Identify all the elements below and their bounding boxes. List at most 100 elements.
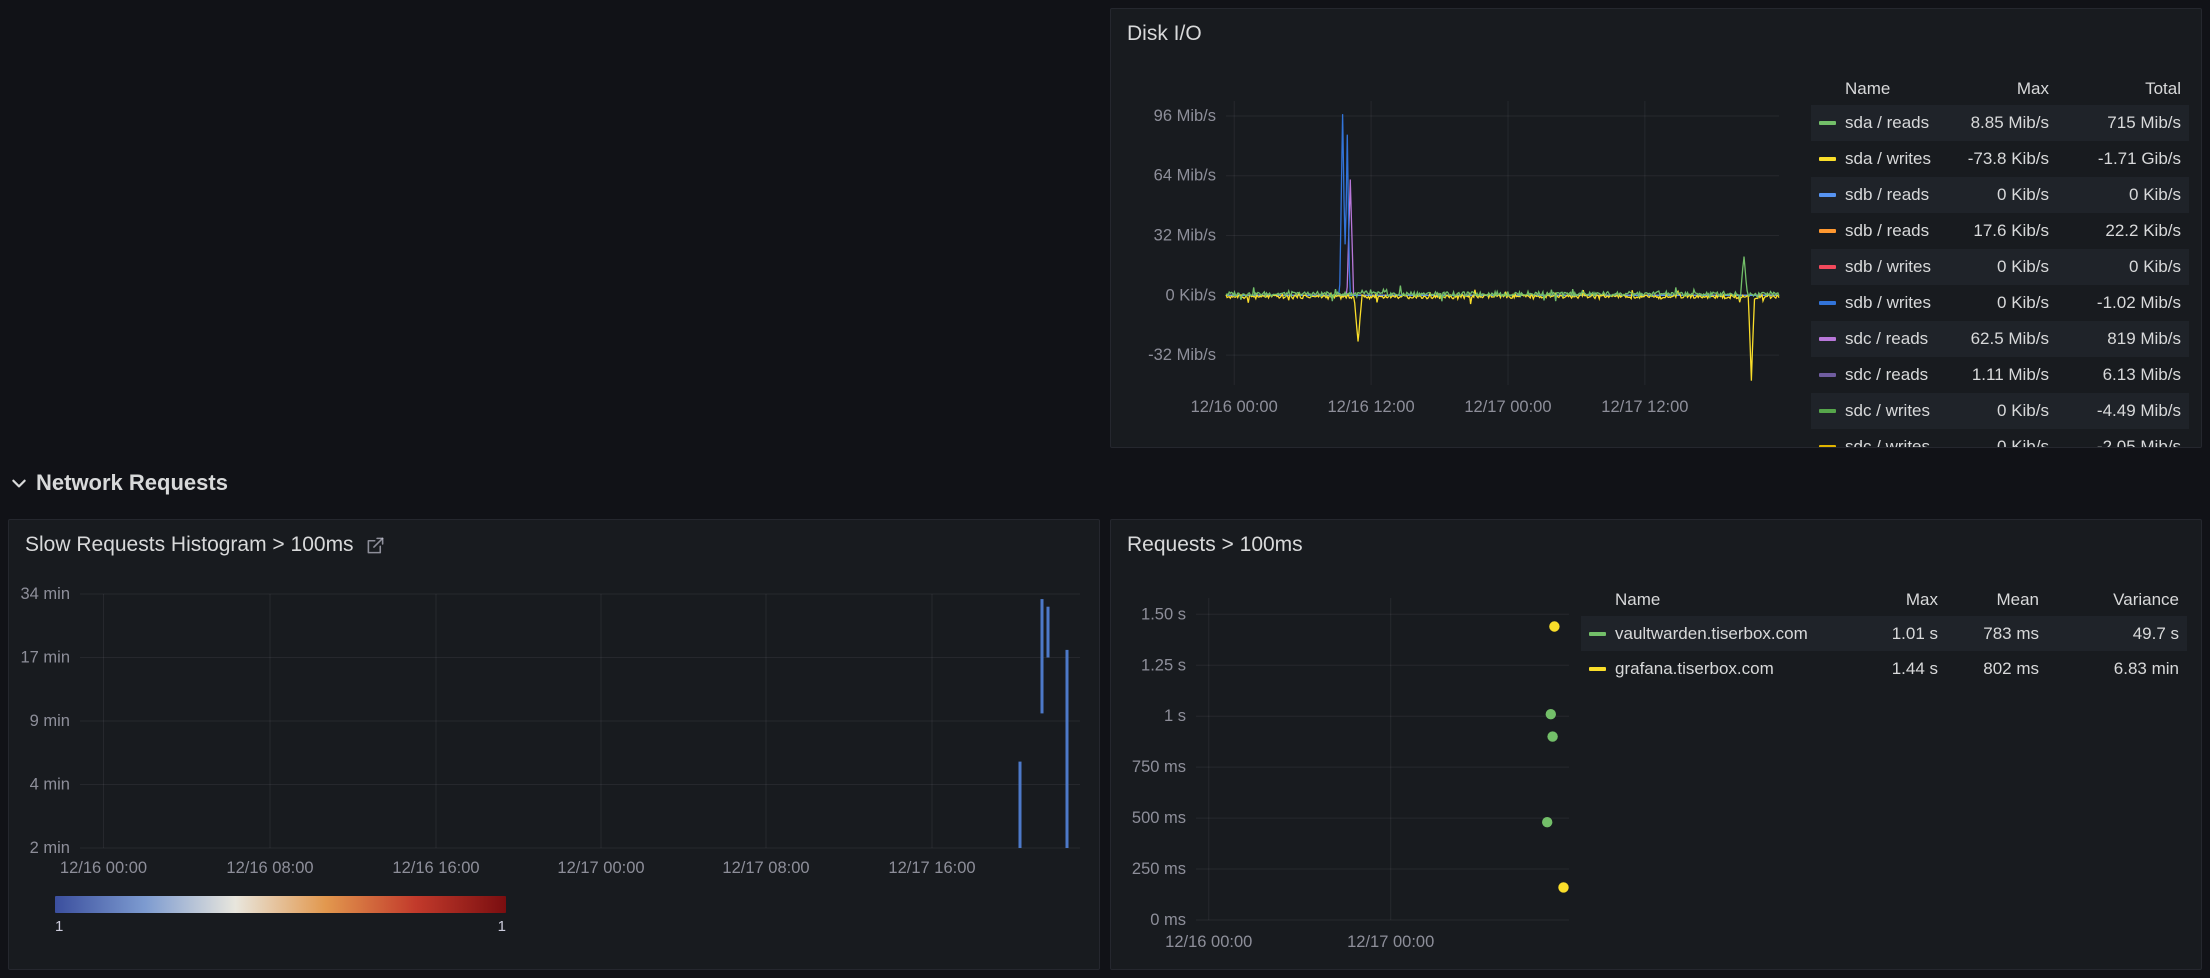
y-tick-label: 96 Mib/s bbox=[1154, 107, 1216, 125]
legend-series-name[interactable]: sdc / reads bbox=[1845, 329, 1928, 349]
data-point[interactable] bbox=[1542, 817, 1552, 827]
y-tick-label: 2 min bbox=[30, 839, 70, 857]
series-color-dash bbox=[1819, 301, 1836, 305]
legend-row: sdb / writes0 Kib/s0 Kib/s bbox=[1811, 249, 2189, 285]
legend-row: sdb / reads 0 Kib/s0 Kib/s bbox=[1811, 177, 2189, 213]
legend-series-name[interactable]: sda / writes bbox=[1845, 149, 1931, 169]
legend-value-total: 0 Kib/s bbox=[2049, 257, 2181, 277]
series-color-dash bbox=[1819, 193, 1836, 197]
data-point[interactable] bbox=[1547, 731, 1557, 741]
legend-value-mean: 783 ms bbox=[1938, 624, 2039, 644]
y-tick-label: 32 Mib/s bbox=[1154, 227, 1216, 245]
series-line bbox=[1226, 257, 1779, 302]
y-tick-label: 1.25 s bbox=[1141, 656, 1186, 674]
y-tick-label: -32 Mib/s bbox=[1148, 346, 1216, 364]
heatmap-cell[interactable] bbox=[1066, 650, 1069, 848]
legend-row: sdb / reads17.6 Kib/s22.2 Kib/s bbox=[1811, 213, 2189, 249]
y-tick-label: 1 s bbox=[1164, 707, 1186, 725]
legend-series-name[interactable]: sdb / writes bbox=[1845, 257, 1931, 277]
panel-disk-io: Disk I/O 96 Mib/s 64 Mib/s 32 Mib/s 0 Kib/s… bbox=[1110, 8, 2202, 448]
legend-row: sdc / writes 0 Kib/s-2.05 Mib/s bbox=[1811, 429, 2189, 448]
legend-value-total: 0 Kib/s bbox=[2049, 185, 2181, 205]
legend-value-mean: 802 ms bbox=[1938, 659, 2039, 679]
legend-header-name[interactable]: Name bbox=[1589, 590, 1827, 610]
panel-title[interactable]: Disk I/O bbox=[1111, 9, 2201, 59]
panel-title[interactable]: Slow Requests Histogram > 100ms bbox=[9, 520, 1099, 570]
legend-header-name[interactable]: Name bbox=[1819, 79, 1937, 99]
series-line bbox=[1226, 290, 1779, 381]
legend-value-max: -73.8 Kib/s bbox=[1937, 149, 2049, 169]
legend-series-name[interactable]: vaultwarden.tiserbox.com bbox=[1615, 624, 1808, 644]
y-tick-label: 64 Mib/s bbox=[1154, 167, 1216, 185]
y-tick-label: 34 min bbox=[20, 585, 70, 603]
series-color-dash bbox=[1819, 157, 1836, 161]
heatmap-cell[interactable] bbox=[1047, 607, 1050, 658]
x-tick-label: 12/17 08:00 bbox=[722, 859, 809, 877]
legend-series-name[interactable]: sdc / writes bbox=[1845, 437, 1930, 448]
y-tick-label: 250 ms bbox=[1132, 860, 1186, 878]
legend-value-max: 17.6 Kib/s bbox=[1937, 221, 2049, 241]
legend-row: sda / writes-73.8 Kib/s-1.71 Gib/s bbox=[1811, 141, 2189, 177]
series-color-dash bbox=[1819, 409, 1836, 413]
x-tick-label: 12/16 00:00 bbox=[1191, 398, 1278, 416]
legend-value-total: -2.05 Mib/s bbox=[2049, 437, 2181, 448]
legend-series-name[interactable]: sdc / writes bbox=[1845, 401, 1930, 421]
colormap-gradient-bar bbox=[55, 896, 506, 913]
series-color-dash bbox=[1819, 265, 1836, 269]
legend-header-max[interactable]: Max bbox=[1937, 79, 2049, 99]
legend-value-variance: 6.83 min bbox=[2039, 659, 2179, 679]
row-network-requests[interactable]: Network Requests bbox=[10, 470, 228, 496]
legend-value-max: 0 Kib/s bbox=[1937, 293, 2049, 313]
x-tick-label: 12/17 16:00 bbox=[888, 859, 975, 877]
legend-value-max: 62.5 Mib/s bbox=[1937, 329, 2049, 349]
legend-series-name[interactable]: sdc / reads bbox=[1845, 365, 1928, 385]
legend-row: sdb / writes 0 Kib/s-1.02 Mib/s bbox=[1811, 285, 2189, 321]
legend-series-name[interactable]: sda / reads bbox=[1845, 113, 1929, 133]
y-tick-label: 0 ms bbox=[1150, 911, 1186, 929]
heatmap-cell[interactable] bbox=[1041, 599, 1044, 713]
disk-io-legend: NameMaxTotalsda / reads8.85 Mib/s715 Mib… bbox=[1811, 73, 2189, 448]
slow-requests-heatmap[interactable]: 34 min17 min9 min4 min2 min12/16 00:0012… bbox=[9, 570, 1100, 892]
external-link-icon[interactable] bbox=[366, 536, 385, 555]
x-tick-label: 12/17 12:00 bbox=[1601, 398, 1688, 416]
legend-value-total: -1.02 Mib/s bbox=[2049, 293, 2181, 313]
series-color-dash bbox=[1819, 373, 1836, 377]
legend-series-name[interactable]: grafana.tiserbox.com bbox=[1615, 659, 1774, 679]
legend-series-name[interactable]: sdb / reads bbox=[1845, 185, 1929, 205]
panel-title-text: Disk I/O bbox=[1127, 22, 1202, 46]
legend-value-max: 0 Kib/s bbox=[1937, 437, 2049, 448]
x-tick-label: 12/16 08:00 bbox=[226, 859, 313, 877]
legend-value-variance: 49.7 s bbox=[2039, 624, 2179, 644]
legend-header-max[interactable]: Max bbox=[1827, 590, 1938, 610]
data-point[interactable] bbox=[1546, 709, 1556, 719]
legend-series-name[interactable]: sdb / writes bbox=[1845, 293, 1931, 313]
disk-io-chart[interactable]: 96 Mib/s64 Mib/s32 Mib/s0 Kib/s-32 Mib/s… bbox=[1111, 59, 1801, 447]
data-point[interactable] bbox=[1549, 621, 1559, 631]
legend-header-row: NameMaxTotal bbox=[1811, 73, 2189, 105]
legend-row: sdc / writes 0 Kib/s-4.49 Mib/s bbox=[1811, 393, 2189, 429]
y-tick-label: 750 ms bbox=[1132, 758, 1186, 776]
x-tick-label: 12/17 00:00 bbox=[1464, 398, 1551, 416]
legend-value-total: 819 Mib/s bbox=[2049, 329, 2181, 349]
panel-title[interactable]: Requests > 100ms bbox=[1111, 520, 2201, 570]
series-color-dash bbox=[1589, 632, 1606, 636]
legend-value-total: 715 Mib/s bbox=[2049, 113, 2181, 133]
series-line bbox=[1226, 180, 1779, 296]
x-tick-label: 12/16 00:00 bbox=[60, 859, 147, 877]
legend-series-name[interactable]: sdb / reads bbox=[1845, 221, 1929, 241]
y-tick-label: 17 min bbox=[20, 649, 70, 667]
legend-value-max: 0 Kib/s bbox=[1937, 401, 2049, 421]
series-color-dash bbox=[1819, 121, 1836, 125]
heatmap-cell[interactable] bbox=[1019, 762, 1022, 848]
legend-value-max: 0 Kib/s bbox=[1937, 185, 2049, 205]
legend-header-mean[interactable]: Mean bbox=[1938, 590, 2039, 610]
legend-header-total[interactable]: Total bbox=[2049, 79, 2181, 99]
panel-title-text: Slow Requests Histogram > 100ms bbox=[25, 533, 354, 557]
legend-value-max: 1.44 s bbox=[1827, 659, 1938, 679]
legend-value-total: -4.49 Mib/s bbox=[2049, 401, 2181, 421]
data-point[interactable] bbox=[1558, 882, 1568, 892]
legend-row: vaultwarden.tiserbox.com1.01 s783 ms49.7… bbox=[1581, 616, 2187, 651]
legend-header-variance[interactable]: Variance bbox=[2039, 590, 2179, 610]
series-color-dash bbox=[1819, 337, 1836, 341]
legend-row: sdc / reads 62.5 Mib/s819 Mib/s bbox=[1811, 321, 2189, 357]
